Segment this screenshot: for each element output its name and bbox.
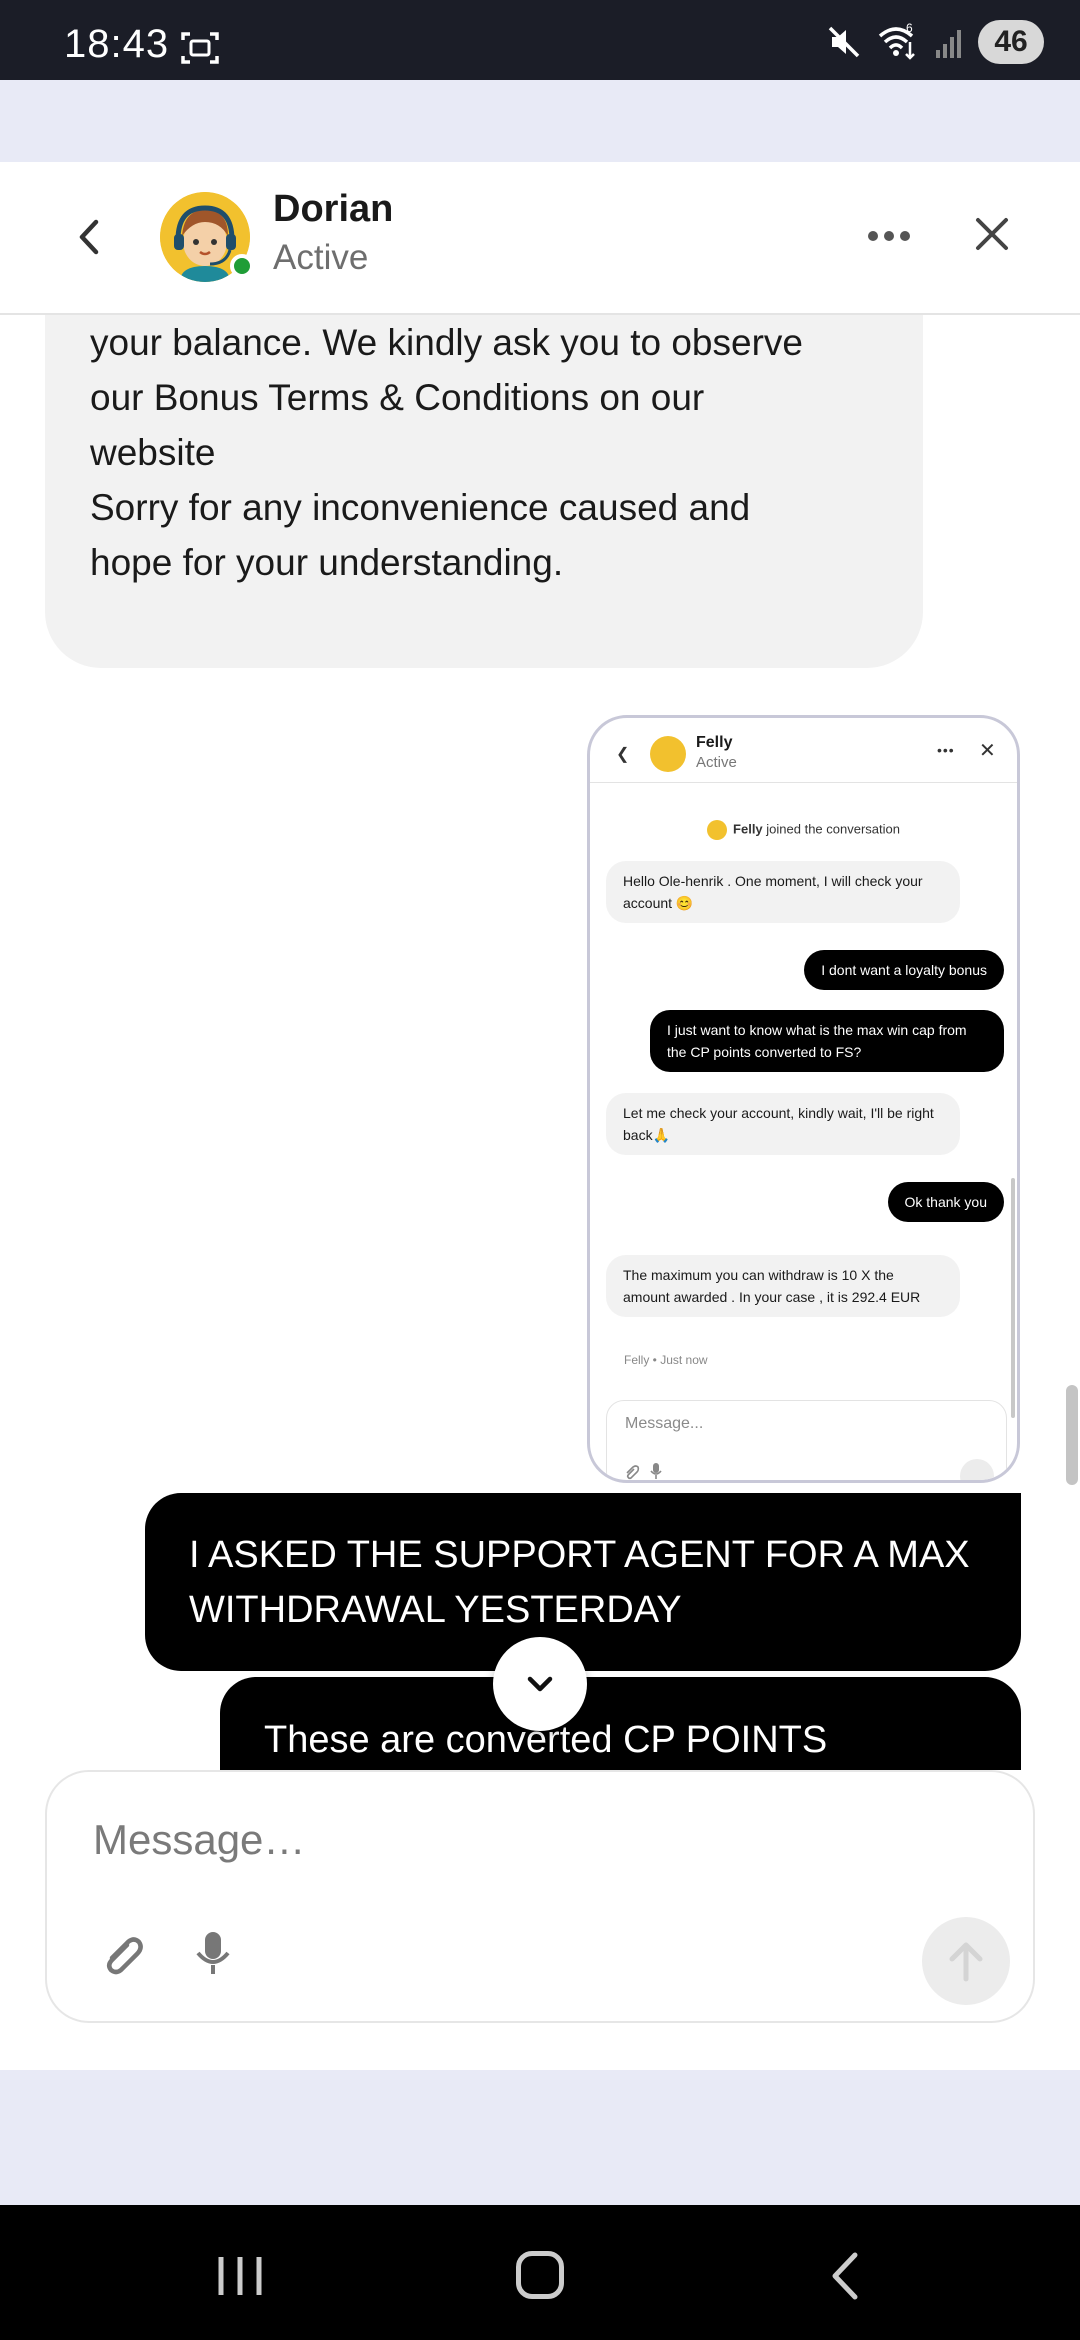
agent-message-line: your balance. We kindly ask you to obser…: [90, 322, 803, 363]
embedded-input-placeholder: Message...: [625, 1415, 704, 1432]
nav-back-icon[interactable]: [827, 2249, 861, 2303]
svg-text:6: 6: [906, 22, 913, 35]
embedded-close-icon: ✕: [979, 740, 996, 762]
embedded-joined-name: Felly: [733, 821, 763, 837]
message-composer: [45, 1770, 1035, 2023]
agent-message-line: hope for your understanding.: [90, 542, 564, 583]
attached-screenshot[interactable]: ❮ Felly Active ••• ✕ Felly joined the co…: [587, 715, 1020, 1483]
arrow-up-icon: [949, 1942, 983, 1982]
embedded-header: ❮ Felly Active ••• ✕: [590, 718, 1017, 783]
embedded-joined-notice: Felly joined the conversation: [590, 820, 1017, 840]
embedded-back-icon: ❮: [616, 746, 630, 763]
microphone-icon[interactable]: [191, 1929, 235, 1977]
chat-messages[interactable]: your balance. We kindly ask you to obser…: [0, 315, 1080, 1770]
status-bar: 18:43 6 46: [0, 0, 1080, 80]
embedded-user-message: Ok thank you: [887, 1182, 1004, 1222]
user-message-bubble: These are converted CP POINTS BONUS!: [220, 1677, 1021, 1770]
status-time: 18:43: [64, 22, 170, 66]
embedded-joined-text: joined the conversation: [762, 821, 900, 837]
recent-apps-icon[interactable]: [215, 2253, 265, 2299]
send-button[interactable]: [922, 1917, 1010, 2005]
agent-message-bubble: your balance. We kindly ask you to obser…: [45, 315, 923, 668]
home-button[interactable]: [516, 2251, 564, 2299]
agent-message-line: our Bonus Terms & Conditions on our: [90, 377, 705, 418]
embedded-attach-icon: [626, 1465, 640, 1480]
embedded-avatar: [650, 736, 686, 772]
page-background: [0, 80, 1080, 162]
embedded-message-meta: Felly • Just now: [624, 1353, 708, 1367]
scroll-to-bottom-button[interactable]: [493, 1637, 587, 1731]
more-options-button[interactable]: [866, 226, 912, 246]
embedded-agent-name: Felly: [696, 734, 733, 751]
embedded-agent-message: The maximum you can withdraw is 10 X the…: [606, 1255, 960, 1317]
embedded-message-input: Message...: [606, 1400, 1007, 1480]
embedded-user-message: I just want to know what is the max win …: [650, 1010, 1004, 1072]
embedded-mini-avatar: [707, 820, 728, 840]
agent-name: Dorian: [273, 188, 394, 230]
embedded-more-icon: •••: [937, 742, 955, 758]
screenshot-icon: [181, 32, 219, 64]
embedded-agent-message: Let me check your account, kindly wait, …: [606, 1093, 960, 1155]
embedded-user-message: I dont want a loyalty bonus: [804, 950, 1004, 990]
chevron-down-icon: [527, 1676, 553, 1692]
embedded-agent-status: Active: [696, 754, 737, 771]
online-indicator: [230, 254, 254, 278]
back-button[interactable]: [70, 212, 110, 262]
embedded-agent-message: Hello Ole-henrik . One moment, I will ch…: [606, 861, 960, 923]
attach-icon[interactable]: [102, 1932, 146, 1976]
user-message-bubble: I ASKED THE SUPPORT AGENT FOR A MAX WITH…: [145, 1493, 1021, 1671]
close-button[interactable]: [972, 214, 1012, 254]
embedded-scrollbar: [1011, 1178, 1015, 1418]
chat-header: Dorian Active: [0, 162, 1080, 315]
wifi-icon: 6: [878, 22, 915, 60]
message-input[interactable]: [93, 1810, 793, 1870]
mute-icon: [828, 26, 860, 58]
embedded-send-icon: [960, 1459, 994, 1480]
chat-scrollbar[interactable]: [1066, 1385, 1078, 1485]
page-background-bottom: [0, 2070, 1080, 2205]
agent-message-line: website: [90, 432, 216, 473]
system-nav-bar: [0, 2205, 1080, 2340]
embedded-mic-icon: [650, 1463, 662, 1479]
battery-indicator: 46: [978, 20, 1044, 64]
status-icons: 6 46: [826, 20, 1044, 64]
agent-status: Active: [273, 238, 369, 277]
signal-icon: [936, 30, 961, 58]
agent-message-line: Sorry for any inconvenience caused and: [90, 487, 751, 528]
composer-area: [0, 1770, 1080, 2070]
